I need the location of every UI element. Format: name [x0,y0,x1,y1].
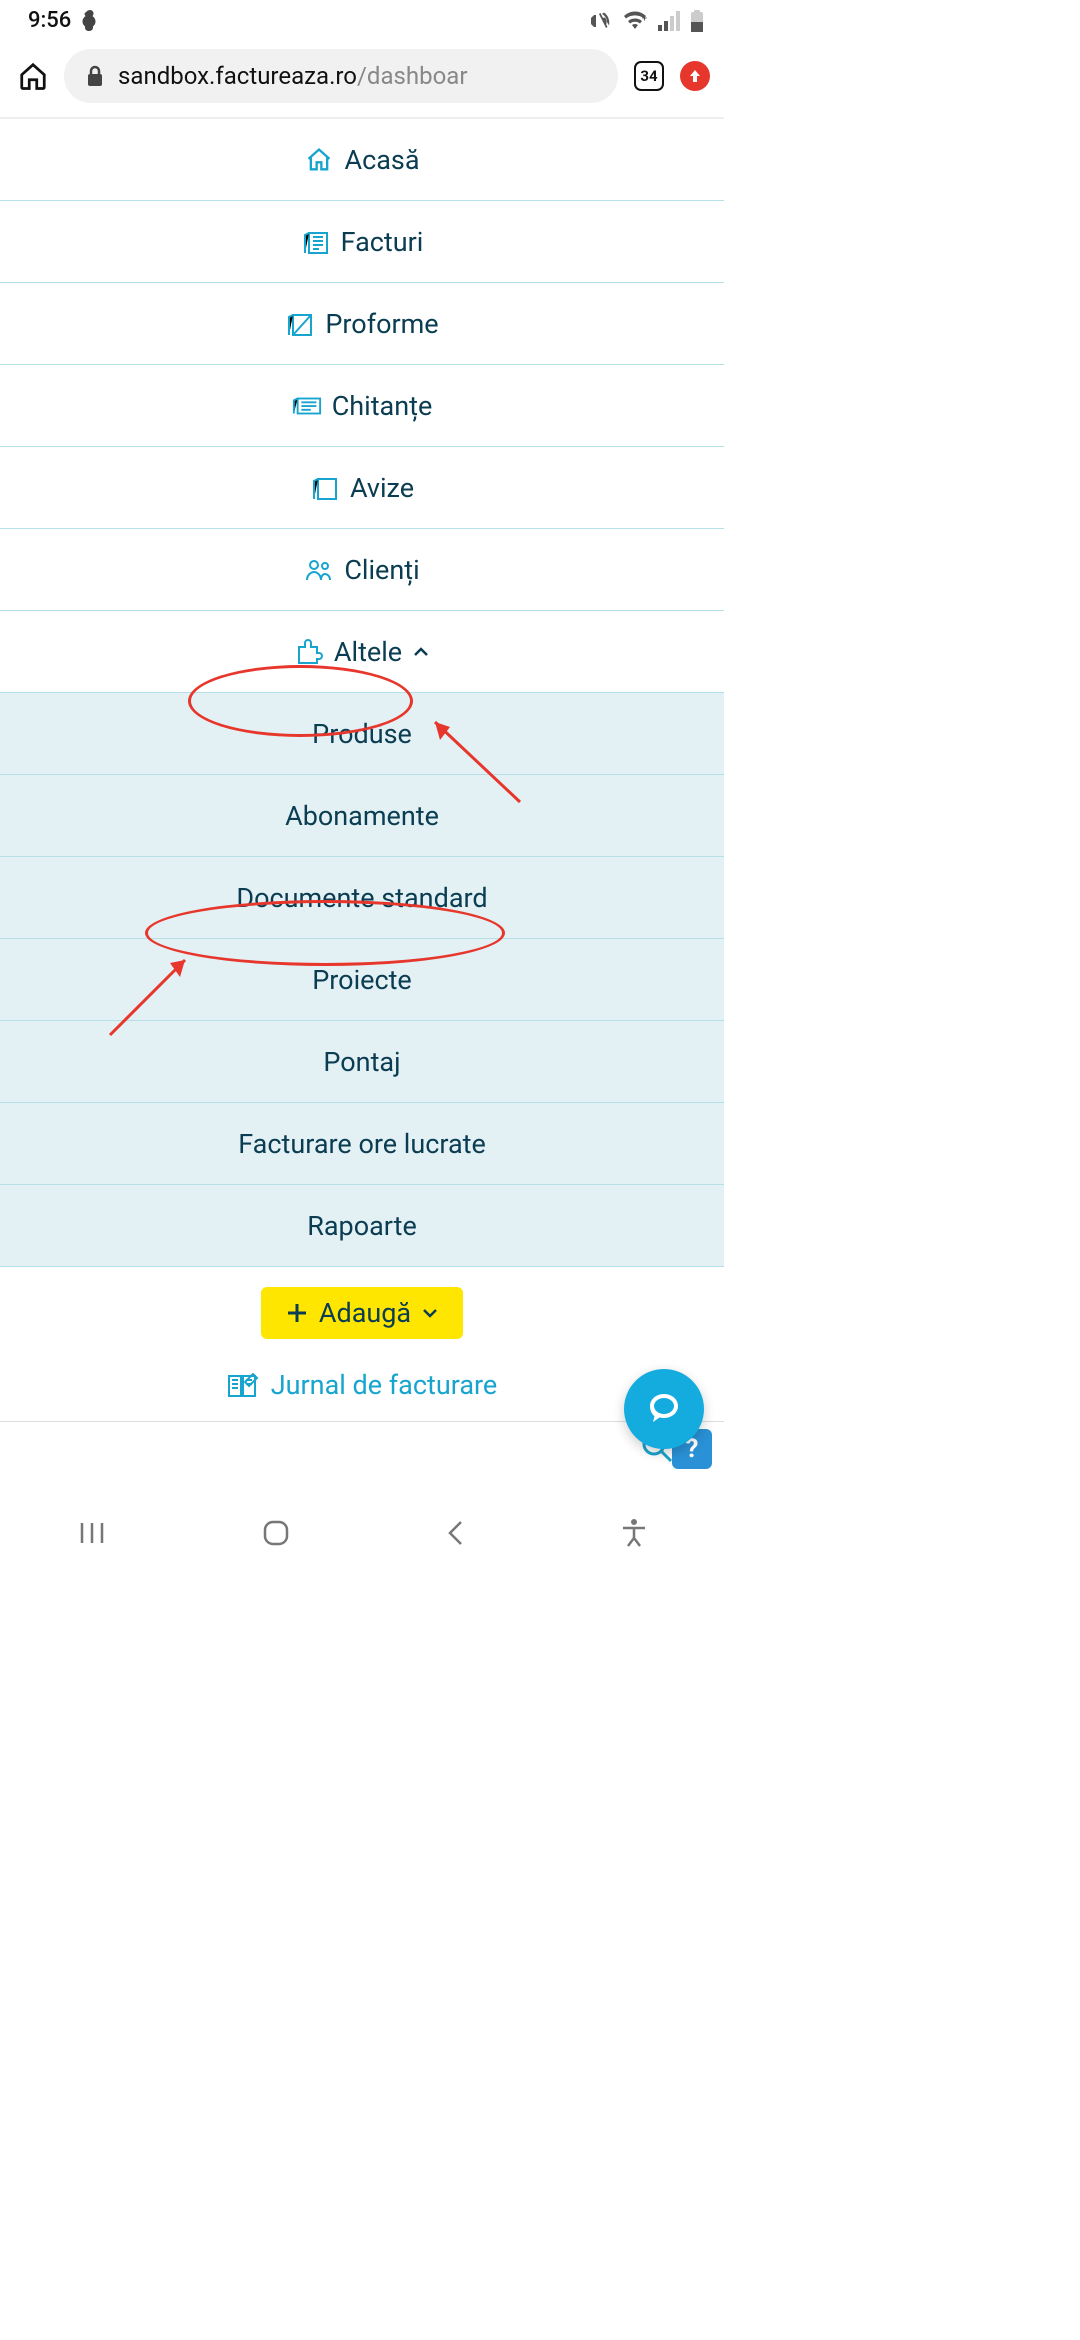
add-button-label: Adaugă [319,1297,411,1329]
journal-icon [227,1373,259,1398]
battery-icon [690,10,704,32]
vibrate-mute-icon [588,10,612,32]
sub-item-label: Produse [312,718,412,750]
nav-item-label: Avize [350,472,414,504]
sub-item-label: Proiecte [312,964,411,996]
proforma-icon [285,309,315,339]
sub-item-projects[interactable]: Proiecte [0,939,724,1021]
tab-count-button[interactable]: 34 [634,61,664,91]
notices-icon [310,473,340,503]
browser-bar: sandbox.factureaza.ro/dashboar 34 [0,39,724,117]
accessibility-button[interactable] [621,1518,647,1548]
sub-item-label: Abonamente [285,800,439,832]
sub-item-label: Rapoarte [307,1210,417,1242]
url-bar[interactable]: sandbox.factureaza.ro/dashboar [64,49,618,103]
sub-item-reports[interactable]: Rapoarte [0,1185,724,1267]
wifi-icon: + [622,11,648,31]
chat-button[interactable] [624,1369,704,1449]
sub-item-timesheet[interactable]: Pontaj [0,1021,724,1103]
nav-item-label: Acasă [344,144,419,176]
sub-item-subscriptions[interactable]: Abonamente [0,775,724,857]
nav-item-others[interactable]: Altele [0,611,724,693]
puzzle-icon [294,637,324,667]
chevron-down-icon [421,1304,439,1322]
update-badge[interactable] [680,61,710,91]
sub-item-label: Facturare ore lucrate [238,1128,486,1160]
app-notification-icon [81,10,99,32]
nav-item-label: Chitanțe [332,390,433,422]
browser-home-icon[interactable] [18,61,48,91]
journal-label: Jurnal de facturare [271,1369,497,1401]
nav-item-receipts[interactable]: Chitanțe [0,365,724,447]
url-text: sandbox.factureaza.ro/dashboar [118,62,467,90]
sub-item-label: Documente standard [236,882,487,914]
home-button[interactable] [261,1518,291,1548]
nav-item-label: Clienți [344,554,419,586]
sub-item-hour-billing[interactable]: Facturare ore lucrate [0,1103,724,1185]
back-button[interactable] [446,1519,466,1547]
chat-icon [645,1390,683,1428]
clients-icon [304,555,334,585]
sub-item-products[interactable]: Produse [0,693,724,775]
status-bar: 9:56 + [0,0,724,39]
nav-item-label: Proforme [325,308,438,340]
nav-item-proforma[interactable]: Proforme [0,283,724,365]
nav-item-invoices[interactable]: Facturi [0,201,724,283]
sub-item-standard-documents[interactable]: Documente standard [0,857,724,939]
signal-icon [658,11,680,31]
recents-button[interactable] [78,1520,106,1546]
nav-item-notices[interactable]: Avize [0,447,724,529]
svg-text:+: + [642,14,647,24]
nav-item-label: Altele [334,636,402,668]
invoices-icon [301,227,331,257]
journal-link[interactable]: Jurnal de facturare [0,1349,724,1422]
nav-item-home[interactable]: Acasă [0,119,724,201]
lock-icon [86,65,104,87]
sub-item-label: Pontaj [323,1046,400,1078]
nav-item-clients[interactable]: Clienți [0,529,724,611]
tab-count-label: 34 [640,67,657,85]
nav-item-label: Facturi [341,226,424,258]
plus-icon [285,1301,309,1325]
status-time: 9:56 [28,8,71,33]
system-nav-bar [0,1497,724,1569]
chevron-up-icon [412,643,430,661]
add-button[interactable]: Adaugă [261,1287,463,1339]
receipts-icon [292,391,322,421]
main-nav: Acasă Facturi Proforme Chitanțe Avize [0,119,724,1267]
home-icon [304,145,334,175]
add-button-row: Adaugă [0,1267,724,1349]
